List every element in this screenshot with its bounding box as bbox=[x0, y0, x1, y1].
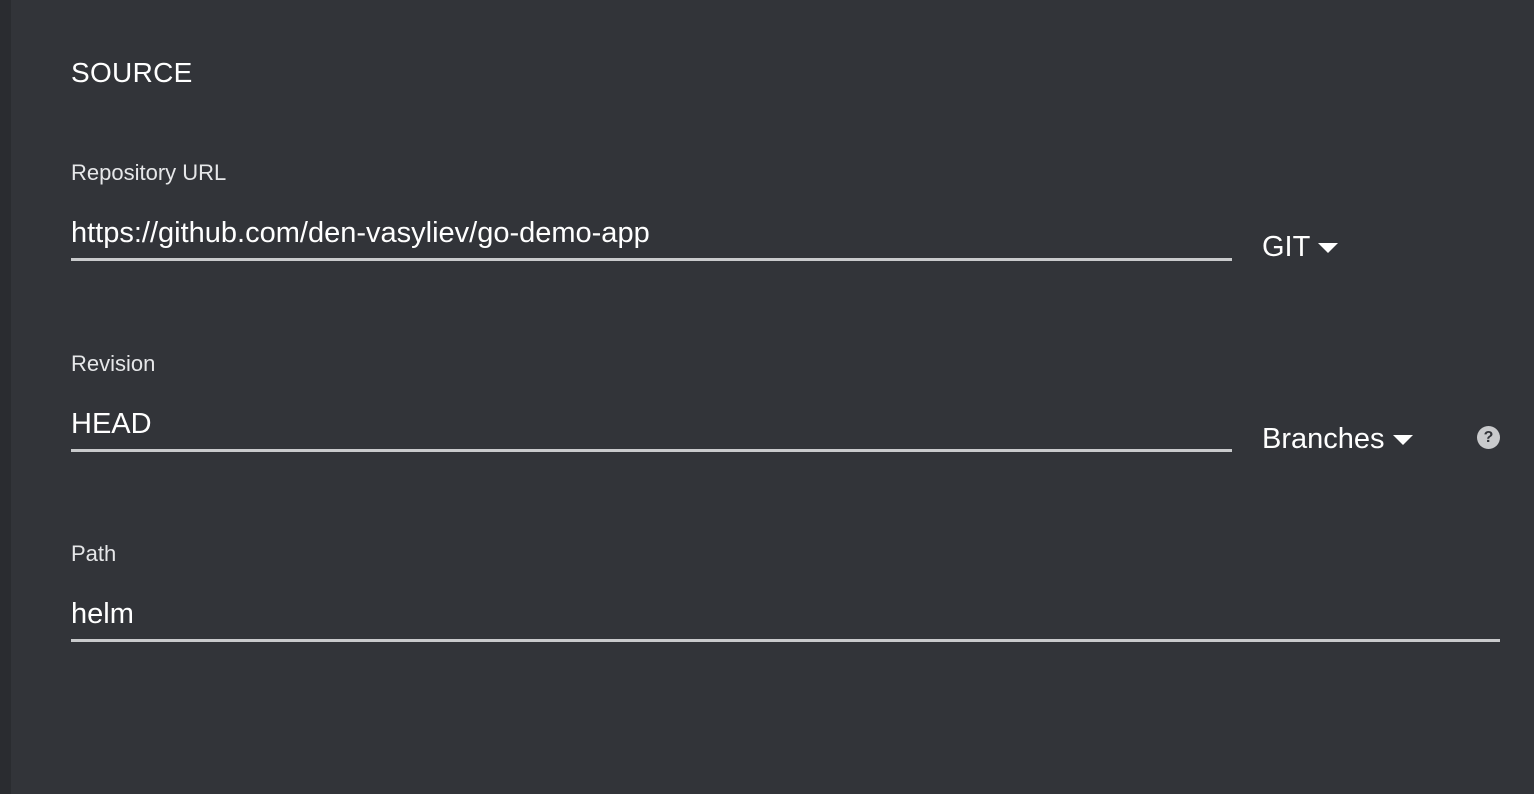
revision-input[interactable] bbox=[71, 399, 1232, 452]
source-panel bbox=[11, 0, 1534, 794]
repository-url-label: Repository URL bbox=[71, 160, 227, 185]
help-icon[interactable]: ? bbox=[1477, 426, 1500, 449]
section-title: SOURCE bbox=[71, 57, 193, 88]
path-label: Path bbox=[71, 541, 117, 566]
caret-down-icon bbox=[1392, 435, 1413, 445]
caret-down-icon bbox=[1318, 243, 1339, 253]
left-panel-edge bbox=[0, 0, 11, 794]
revision-ref-dropdown[interactable]: Branches bbox=[1262, 422, 1413, 456]
revision-ref-dropdown-label: Branches bbox=[1262, 423, 1385, 455]
path-input[interactable] bbox=[71, 589, 1500, 642]
revision-label: Revision bbox=[71, 351, 156, 376]
repository-type-dropdown-label: GIT bbox=[1262, 231, 1311, 263]
repository-type-dropdown[interactable]: GIT bbox=[1262, 230, 1339, 264]
repository-url-input[interactable] bbox=[71, 208, 1232, 261]
